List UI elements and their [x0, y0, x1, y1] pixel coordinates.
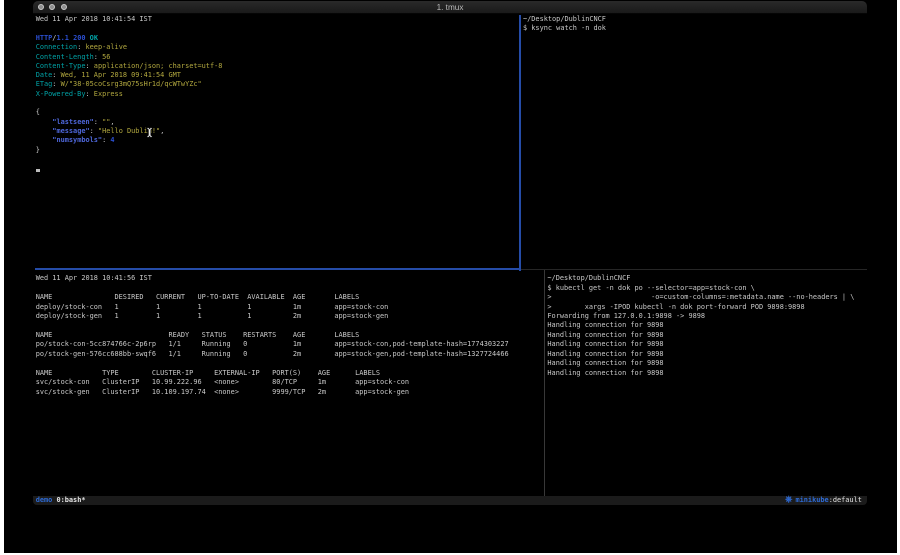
pane-top-right-ksync[interactable]: ~/Desktop/DublinCNCF $ ksync watch -n do…	[523, 15, 606, 34]
window-titlebar[interactable]: 1. tmux	[33, 1, 866, 14]
pane-bottom-left-kubectl-watch[interactable]: Wed 11 Apr 2018 10:41:56 IST NAME DESIRE…	[36, 274, 509, 397]
pane-divider-vertical-inactive[interactable]	[544, 270, 545, 496]
terminal-text-cursor	[36, 169, 40, 172]
pane-divider-horizontal-inactive[interactable]	[521, 269, 867, 270]
pane-divider-vertical-active[interactable]	[519, 15, 521, 271]
mouse-ibeam-cursor	[146, 127, 154, 138]
pane-divider-horizontal-active[interactable]	[35, 268, 520, 270]
desktop-background: 1. tmux Wed 11 Apr 2018 10:41:54 IST HTT…	[4, 0, 898, 553]
pane-bottom-right-port-forward[interactable]: ~/Desktop/DublinCNCF $ kubectl get -n do…	[547, 274, 854, 378]
status-session-and-window[interactable]: demo 0:bash*	[36, 496, 86, 506]
page: { "window": { "title": "1. tmux", "traff…	[0, 0, 900, 555]
pane-top-left-http-output[interactable]: Wed 11 Apr 2018 10:41:54 IST HTTP/1.1 20…	[36, 15, 223, 154]
terminal-window: 1. tmux Wed 11 Apr 2018 10:41:54 IST HTT…	[33, 1, 866, 505]
window-title: 1. tmux	[33, 1, 866, 14]
status-kube-context: ⎈ minikube:default	[785, 496, 862, 506]
tmux-status-bar: demo 0:bash* ⎈ minikube:default	[33, 496, 866, 506]
